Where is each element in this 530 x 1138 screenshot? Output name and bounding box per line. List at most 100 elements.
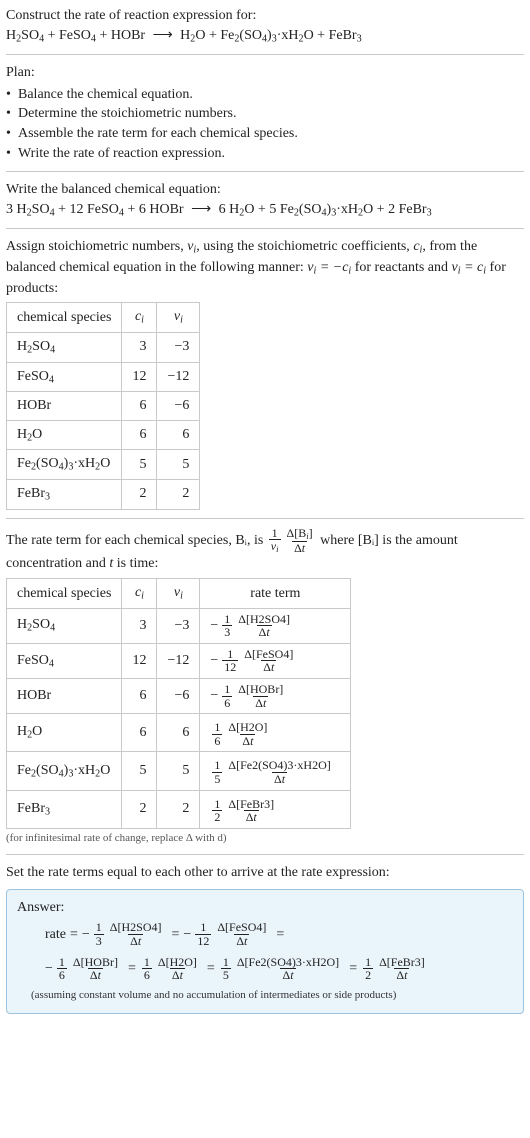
arrow-icon: ⟶ <box>191 200 211 220</box>
fraction-num: Δ[H2O] <box>156 956 199 969</box>
fraction-num: 1 <box>221 956 231 969</box>
fraction-den: Δt <box>234 934 249 948</box>
fraction-den: Δt <box>280 968 295 982</box>
fraction-num: Δ[H2O] <box>226 721 269 734</box>
text: for reactants and <box>351 260 451 275</box>
fraction-num: 1 <box>222 613 232 626</box>
fraction-num: 1 <box>212 798 222 811</box>
cell-vi: 6 <box>157 714 200 752</box>
fraction-den: 5 <box>212 772 222 786</box>
balanced-section: Write the balanced chemical equation: 3 … <box>6 180 524 229</box>
fraction-num: Δ[H2SO4] <box>108 921 164 934</box>
balanced-label: Write the balanced chemical equation: <box>6 180 524 200</box>
cell-vi: −12 <box>157 362 200 392</box>
cell-ci: 6 <box>122 679 157 714</box>
cell-species: FeSO4 <box>7 643 122 678</box>
table-header-row: chemical species ci νi rate term <box>7 579 351 609</box>
fraction-den: Δt <box>240 734 255 748</box>
cell-vi: 2 <box>157 479 200 509</box>
fraction-den: Δt <box>253 696 268 710</box>
cell-ci: 2 <box>122 479 157 509</box>
cell-rate-term: 12 Δ[FeBr3]Δt <box>200 790 351 828</box>
cell-vi: 5 <box>157 752 200 790</box>
fraction-num: Δ[Fe2(SO4)3·xH2O] <box>235 956 341 969</box>
table-row: Fe2(SO4)3·xH2O55 <box>7 450 200 480</box>
cell-vi: −3 <box>157 332 200 362</box>
fraction-den: 3 <box>222 625 232 639</box>
rate-term: 12 Δ[FeBr3]Δt <box>361 956 429 982</box>
fraction-den: 6 <box>57 968 67 982</box>
fraction-den: 3 <box>94 934 104 948</box>
fraction-num: 1 <box>198 921 208 934</box>
heading-section: Construct the rate of reaction expressio… <box>6 6 524 55</box>
fraction-num: 1 <box>270 527 280 540</box>
cell-ci: 5 <box>122 450 157 480</box>
fraction-num: 1 <box>222 683 232 696</box>
cell-ci: 5 <box>122 752 157 790</box>
fraction-den: 6 <box>222 696 232 710</box>
plan-item: Balance the chemical equation. <box>6 85 524 105</box>
col-ci: ci <box>122 303 157 333</box>
rate-formula: 1νi Δ[Bi]Δt <box>267 527 317 555</box>
rate-table: chemical species ci νi rate term H2SO4 3… <box>6 578 351 829</box>
col-species: chemical species <box>7 579 122 609</box>
table-row: HOBr6−6 <box>7 392 200 421</box>
fraction-num: Δ[HOBr] <box>71 956 120 969</box>
fraction-num: Δ[H2SO4] <box>236 613 292 626</box>
plan-section: Plan: Balance the chemical equation. Det… <box>6 63 524 172</box>
cell-ci: 6 <box>122 392 157 421</box>
fraction-num: Δ[FeBr3] <box>377 956 427 969</box>
equals-sign: = <box>70 925 78 945</box>
fraction-num: Δ[FeSO4] <box>242 648 295 661</box>
cell-vi: −12 <box>157 643 200 678</box>
plan-label: Plan: <box>6 63 524 83</box>
cell-rate-term: − 112 Δ[FeSO4]Δt <box>200 643 351 678</box>
rate-expression-section: Set the rate terms equal to each other t… <box>6 863 524 1022</box>
table-header-row: chemical species ci νi <box>7 303 200 333</box>
table-row: H2SO43−3 <box>7 332 200 362</box>
answer-box: Answer: rate = − 13 Δ[H2SO4]Δt = − 112 Δ… <box>6 889 524 1014</box>
fraction-den: 12 <box>222 660 238 674</box>
cell-species: H2O <box>7 714 122 752</box>
table-row: FeBr3 2 2 12 Δ[FeBr3]Δt <box>7 790 351 828</box>
cell-species: Fe2(SO4)3·xH2O <box>7 752 122 790</box>
cell-species: H2SO4 <box>7 608 122 643</box>
table-row: FeBr322 <box>7 479 200 509</box>
cell-vi: −6 <box>157 392 200 421</box>
balanced-equation: 3 H2SO4 + 12 FeSO4 + 6 HOBr ⟶ 6 H2O + 5 … <box>6 200 524 221</box>
fraction-num: Δ[Bi] <box>285 527 315 541</box>
cell-ci: 3 <box>122 608 157 643</box>
cell-species: H2O <box>7 420 122 450</box>
arrow-icon: ⟶ <box>153 26 173 46</box>
fraction-den: Δt <box>170 968 185 982</box>
rate-intro: The rate term for each chemical species,… <box>6 527 524 574</box>
fraction-den: 2 <box>363 968 373 982</box>
cell-species: HOBr <box>7 392 122 421</box>
equals-sign: = <box>128 959 136 979</box>
answer-label: Answer: <box>17 898 513 918</box>
rate-term-section: The rate term for each chemical species,… <box>6 527 524 856</box>
table-row: H2SO4 3 −3 − 13 Δ[H2SO4]Δt <box>7 608 351 643</box>
cell-vi: −6 <box>157 679 200 714</box>
fraction-den: 6 <box>142 968 152 982</box>
fraction-den: Δt <box>88 968 103 982</box>
fraction-den: Δt <box>261 660 276 674</box>
cell-species: FeSO4 <box>7 362 122 392</box>
fraction-den: Δt <box>292 541 307 555</box>
cell-ci: 6 <box>122 714 157 752</box>
fraction-num: 1 <box>57 956 67 969</box>
cell-rate-term: 16 Δ[H2O]Δt <box>200 714 351 752</box>
text: Assign stoichiometric numbers, <box>6 239 187 254</box>
table-row: H2O66 <box>7 420 200 450</box>
cell-species: HOBr <box>7 679 122 714</box>
page: Construct the rate of reaction expressio… <box>0 0 530 1050</box>
col-species: chemical species <box>7 303 122 333</box>
equals-sign: = <box>172 925 180 945</box>
fraction-den: 12 <box>195 934 211 948</box>
table-row: H2O 6 6 16 Δ[H2O]Δt <box>7 714 351 752</box>
answer-note: (assuming constant volume and no accumul… <box>17 988 513 1003</box>
col-rate: rate term <box>200 579 351 609</box>
table-row: FeSO412−12 <box>7 362 200 392</box>
cell-species: Fe2(SO4)3·xH2O <box>7 450 122 480</box>
rate-term: − 112 Δ[FeSO4]Δt <box>183 921 270 947</box>
